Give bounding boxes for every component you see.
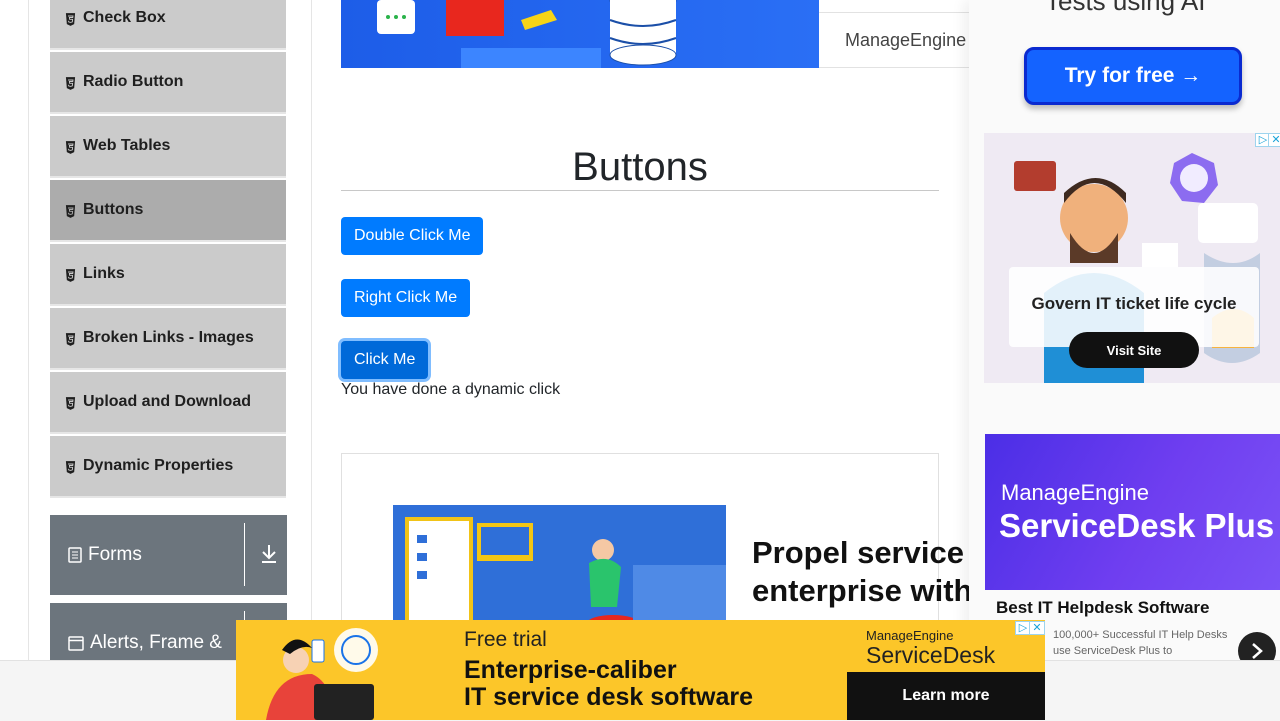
menu-item-label: Check Box xyxy=(83,9,166,26)
double-click-button[interactable]: Double Click Me xyxy=(341,217,484,255)
bottom-ad-line2: IT service desk software xyxy=(464,683,754,711)
html5-icon xyxy=(65,332,76,346)
square-ad-headline: Govern IT ticket life cycle xyxy=(1031,294,1237,313)
learn-more-button[interactable]: Learn more xyxy=(847,672,1045,720)
servicedesk-ad-brand: ManageEngine xyxy=(1001,480,1150,505)
inline-ad-headline-line1: Propel service o xyxy=(752,535,972,570)
dynamic-click-message: You have done a dynamic click xyxy=(341,381,561,398)
html5-icon xyxy=(65,12,76,26)
close-icon[interactable]: ✕ xyxy=(1029,621,1045,635)
menu-item-label: Radio Button xyxy=(83,73,184,90)
group-header-label: Forms xyxy=(88,544,142,565)
page-title: Buttons xyxy=(572,144,708,189)
servicedesk-ad-description: 100,000+ Successful IT Help Desks use Se… xyxy=(1053,629,1228,657)
bottom-ad-brand: ManageEngine xyxy=(866,628,954,643)
html5-icon xyxy=(65,460,76,474)
bottom-sticky-ad[interactable]: Free trial Enterprise-caliber IT service… xyxy=(236,620,1045,720)
menu-item-label: Dynamic Properties xyxy=(83,457,234,474)
bottom-ad-line1: Enterprise-caliber xyxy=(464,656,677,684)
html5-icon xyxy=(65,396,76,410)
window-icon xyxy=(68,635,84,651)
inline-ad-headline-line2: enterprise with xyxy=(752,573,972,608)
menu-item-label: Buttons xyxy=(83,201,144,218)
inline-ad-image xyxy=(393,505,726,635)
right-click-button[interactable]: Right Click Me xyxy=(341,279,471,317)
html5-icon xyxy=(65,268,76,282)
servicedesk-ad-title[interactable]: Best IT Helpdesk Software xyxy=(996,598,1210,618)
bottom-ad-small-text: Free trial xyxy=(464,628,547,651)
manageengine-tab[interactable]: ManageEngine xyxy=(819,12,979,68)
menu-item-buttons[interactable]: Buttons xyxy=(50,180,286,242)
html5-icon xyxy=(65,140,76,154)
menu-item-check-box[interactable]: Check Box xyxy=(50,0,286,50)
visit-site-button[interactable]: Visit Site xyxy=(1069,332,1199,368)
download-icon xyxy=(262,545,276,563)
menu-item-broken-links[interactable]: Broken Links - Images xyxy=(50,308,286,370)
close-icon[interactable]: ✕ xyxy=(1268,133,1280,147)
menu-item-dynamic-properties[interactable]: Dynamic Properties xyxy=(50,436,286,498)
inline-ad-headline[interactable]: Propel service o enterprise with xyxy=(752,534,972,610)
servicedesk-ad-product: ServiceDesk Plus xyxy=(999,507,1275,544)
banner-illustration xyxy=(377,0,677,68)
menu-item-label: Links xyxy=(83,265,125,282)
menu-item-radio-button[interactable]: Radio Button xyxy=(50,52,286,114)
bottom-ad-illustration xyxy=(266,628,378,720)
ai-ad-text: Tests using AI xyxy=(1045,0,1206,16)
group-header-label: Alerts, Frame & xyxy=(90,632,222,653)
top-banner-ad[interactable] xyxy=(341,0,819,68)
click-me-button[interactable]: Click Me xyxy=(341,341,429,379)
group-header-forms[interactable]: Forms xyxy=(50,515,287,595)
try-for-free-button[interactable]: Try for free → xyxy=(1024,47,1242,105)
form-icon xyxy=(68,547,82,563)
menu-item-label: Web Tables xyxy=(83,137,171,154)
menu-item-upload-download[interactable]: Upload and Download xyxy=(50,372,286,434)
html5-icon xyxy=(65,204,76,218)
title-divider xyxy=(341,190,939,191)
menu-item-label: Broken Links - Images xyxy=(83,329,254,346)
menu-item-links[interactable]: Links xyxy=(50,244,286,306)
divider xyxy=(244,523,245,586)
menu-item-web-tables[interactable]: Web Tables xyxy=(50,116,286,178)
html5-icon xyxy=(65,76,76,90)
menu-item-label: Upload and Download xyxy=(83,393,251,410)
